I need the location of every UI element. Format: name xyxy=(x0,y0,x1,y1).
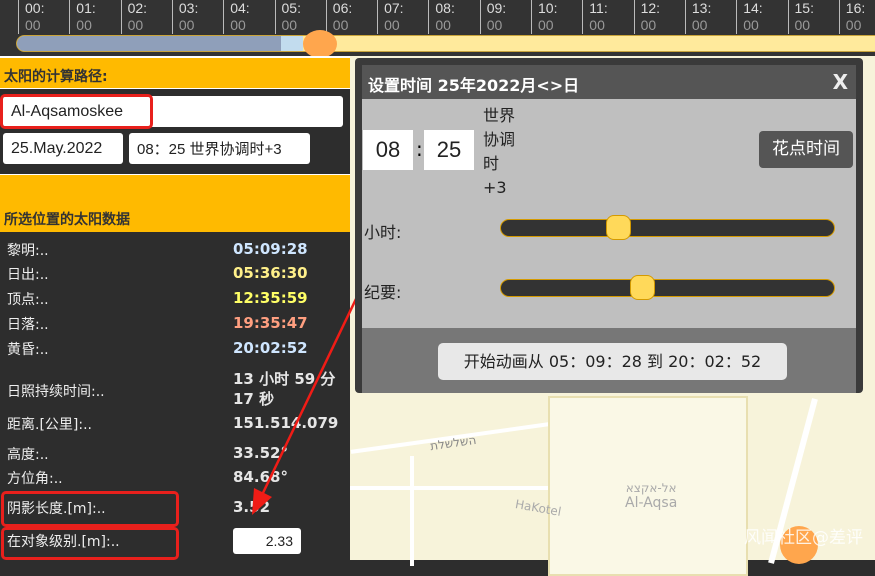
minute-label: 纪要: xyxy=(364,283,402,302)
minute-input[interactable]: 25 xyxy=(424,130,474,170)
close-button[interactable]: X xyxy=(833,70,848,94)
hour-label: 小时: xyxy=(364,223,402,242)
hour-slider-thumb[interactable] xyxy=(606,215,632,240)
dialog-title: 设置时间 25年2022月<>日 xyxy=(368,76,580,95)
minute-slider[interactable] xyxy=(500,275,835,300)
watermark: 风闻社区@差评 xyxy=(744,528,863,548)
set-time-dialog: 设置时间 25年2022月<>日 X 08 : 25 世界 协调时 +3 花点时间 小… xyxy=(355,58,863,393)
hour-slider[interactable] xyxy=(500,215,835,240)
minute-slider-thumb[interactable] xyxy=(629,275,655,300)
now-button[interactable]: 花点时间 xyxy=(759,131,853,168)
colon: : xyxy=(416,137,423,161)
start-animation-button[interactable]: 开始动画从 05：09：28 到 20：02：52 xyxy=(438,343,787,380)
hour-input[interactable]: 08 xyxy=(363,130,413,170)
dialog-header: 设置时间 25年2022月<>日 X xyxy=(362,65,856,99)
timezone-label: 世界 协调时 +3 xyxy=(483,106,516,197)
